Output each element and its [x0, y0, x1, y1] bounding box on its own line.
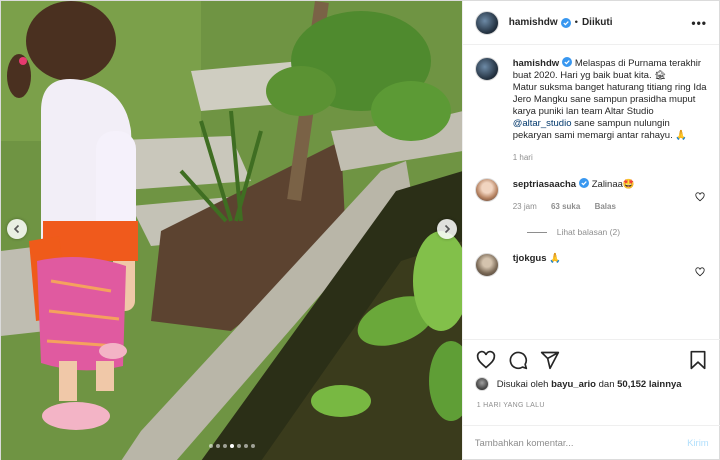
comment-item: septriasaacha Zalinaa🤩 23 jam 63 suka Ba…	[474, 178, 709, 213]
follow-button[interactable]: Diikuti	[582, 17, 613, 28]
caption-username[interactable]: hamishdw	[513, 58, 559, 69]
bookmark-icon	[690, 350, 706, 369]
post-photo[interactable]	[1, 1, 462, 460]
carousel-dot	[244, 444, 248, 448]
photo-scene	[1, 1, 462, 460]
replies-divider	[526, 231, 547, 233]
author-username[interactable]: hamishdw	[509, 17, 558, 28]
carousel-indicator	[209, 444, 255, 448]
carousel-dot	[216, 444, 220, 448]
likes-prefix: Disukai oleh	[496, 378, 549, 390]
caption-time[interactable]: 1 hari	[513, 153, 533, 162]
carousel-dot	[209, 444, 213, 448]
author-avatar[interactable]	[474, 10, 499, 35]
liker-username[interactable]: bayu_ario	[551, 379, 596, 390]
commenter-username[interactable]: septriasaacha	[513, 179, 576, 190]
comment-heart-icon[interactable]	[695, 192, 705, 202]
next-photo-button[interactable]	[437, 219, 457, 239]
comment-button[interactable]	[507, 349, 529, 371]
verified-badge-icon	[560, 17, 571, 28]
post-actions	[462, 339, 720, 379]
caption-text-line2a: Matur suksma banget haturang titiang rin…	[512, 82, 707, 117]
comment-text: Zalinaa🤩	[591, 179, 635, 190]
instagram-post: hamishdw • Diikuti ••• hamishdw Melaspas…	[0, 0, 720, 460]
save-button[interactable]	[687, 349, 709, 371]
heart-icon	[476, 350, 495, 369]
caption: hamishdw Melaspas di Purnama terakhir bu…	[474, 57, 709, 164]
chevron-right-icon	[444, 224, 451, 234]
caption-body: hamishdw Melaspas di Purnama terakhir bu…	[513, 57, 709, 164]
comment-input[interactable]	[474, 438, 688, 449]
comment-heart-icon[interactable]	[695, 267, 705, 277]
add-comment-bar: Kirim	[462, 425, 720, 460]
commenter-username[interactable]: tjokgus	[513, 253, 547, 264]
header-separator: •	[574, 17, 578, 28]
carousel-dot	[223, 444, 227, 448]
caption-mention[interactable]: @altar_studio	[513, 118, 572, 129]
commenter-avatar[interactable]	[474, 178, 499, 202]
verified-badge-icon	[579, 178, 590, 188]
like-button[interactable]	[475, 349, 497, 371]
comment-like-count[interactable]: 63 suka	[551, 202, 580, 211]
share-button[interactable]	[539, 349, 561, 371]
carousel-dot	[230, 444, 234, 448]
post-date[interactable]: 1 HARI YANG LALU	[477, 402, 545, 409]
more-options-icon[interactable]: •••	[691, 16, 707, 30]
previous-photo-button[interactable]	[7, 219, 27, 239]
commenter-avatar[interactable]	[474, 253, 499, 277]
view-replies-button[interactable]: Lihat balasan (2)	[526, 227, 709, 237]
carousel-dot	[237, 444, 241, 448]
verified-badge-icon	[562, 57, 573, 67]
comment-meta: 23 jam 63 suka Balas	[513, 201, 709, 213]
comment-item: tjokgus 🙏	[474, 253, 709, 277]
liker-avatar[interactable]	[474, 377, 489, 391]
post-comment-button[interactable]: Kirim	[687, 438, 709, 449]
view-replies-label: Lihat balasan (2)	[556, 227, 621, 237]
comments-list: hamishdw Melaspas di Purnama terakhir bu…	[463, 57, 720, 339]
chevron-left-icon	[13, 224, 20, 234]
comment-icon	[509, 351, 527, 369]
comment-body: septriasaacha Zalinaa🤩 23 jam 63 suka Ba…	[513, 178, 709, 213]
post-header: hamishdw • Diikuti •••	[462, 1, 719, 45]
comment-time[interactable]: 23 jam	[513, 202, 537, 211]
caption-meta: 1 hari	[513, 152, 709, 164]
likes-count[interactable]: 50,152 lainnya	[617, 379, 681, 390]
share-icon	[540, 351, 559, 369]
post-side-panel: hamishdw • Diikuti ••• hamishdw Melaspas…	[461, 1, 720, 460]
likes-summary: Disukai oleh bayu_ario dan 50,152 lainny…	[474, 377, 682, 391]
comment-body: tjokgus 🙏	[513, 253, 709, 277]
reply-button[interactable]: Balas	[595, 202, 616, 211]
carousel-dot	[251, 444, 255, 448]
comment-text: 🙏	[549, 253, 561, 264]
caption-avatar[interactable]	[474, 57, 499, 81]
likes-conj: dan	[598, 378, 615, 390]
